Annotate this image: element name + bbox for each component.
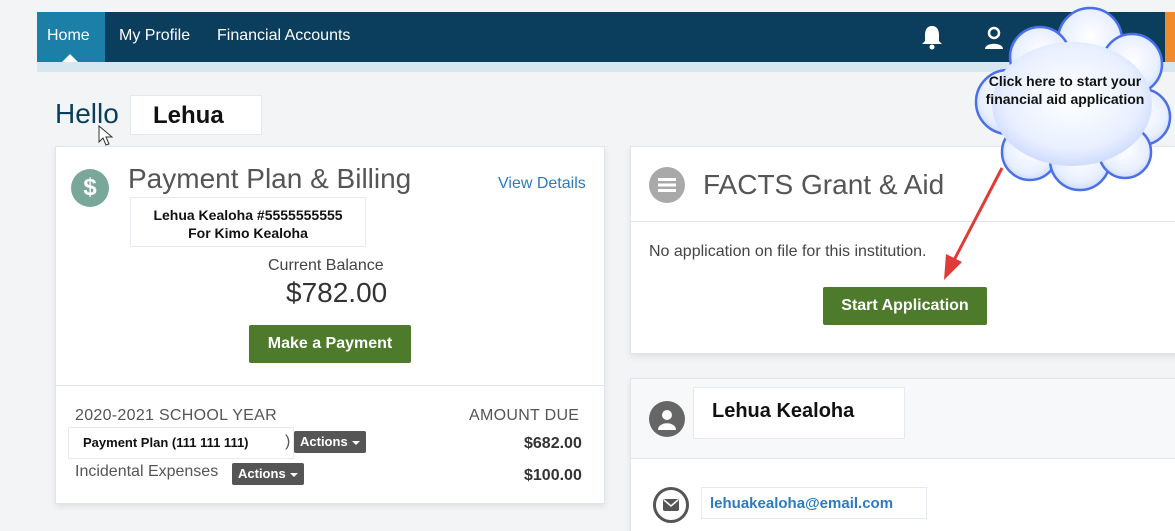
school-year-header: 2020-2021 SCHOOL YEAR [75,407,277,424]
incidental-expenses-label: Incidental Expenses [75,463,219,480]
incidental-actions-button[interactable]: Actions [232,463,304,485]
view-details-link[interactable]: View Details [498,175,586,193]
current-balance-label: Current Balance [268,257,384,274]
facts-title: FACTS Grant & Aid [703,169,945,200]
amount-due-header: AMOUNT DUE [469,407,580,424]
nav-home[interactable]: Home [37,12,105,62]
contact-email-link[interactable]: lehuakealoha@email.com [701,487,927,519]
account-info: Lehua Kealoha #5555555555 For Kimo Kealo… [130,197,366,247]
bell-icon[interactable] [921,24,943,50]
no-application-message: No application on file for this institut… [649,243,927,260]
divider [56,385,604,386]
callout-text: Click here to start your financial aid a… [985,73,1145,107]
account-holder: Lehua Kealoha #5555555555 [153,207,343,223]
make-payment-button[interactable]: Make a Payment [249,325,411,363]
person-icon [649,401,685,437]
mouse-cursor-icon [98,125,114,146]
payment-plan-billing-card: $ Payment Plan & Billing View Details Le… [55,146,605,504]
contact-card: Lehua Kealoha lehuakealoha@email.com [630,378,1175,531]
contact-name: Lehua Kealoha [693,387,905,439]
nav-financial-accounts[interactable]: Financial Accounts [205,12,362,62]
payment-plan-paren: ) [285,433,291,450]
contact-header: Lehua Kealoha [631,379,1175,459]
current-balance-amount: $782.00 [286,277,388,308]
dollar-icon: $ [71,169,109,207]
document-icon [649,167,685,203]
nav-my-profile[interactable]: My Profile [107,12,202,62]
start-application-button[interactable]: Start Application [823,287,987,325]
incidental-amount: $100.00 [524,467,582,484]
payment-plan-label: Payment Plan (111 111 111) [68,427,294,459]
payment-plan-actions-button[interactable]: Actions [294,431,366,453]
red-arrow-icon [944,167,1004,280]
billing-title: Payment Plan & Billing [128,163,412,194]
hello-name: Lehua [130,95,262,135]
account-student: For Kimo Kealoha [188,225,308,241]
payment-plan-amount: $682.00 [524,435,582,452]
divider [631,221,1175,222]
envelope-icon [653,487,689,523]
